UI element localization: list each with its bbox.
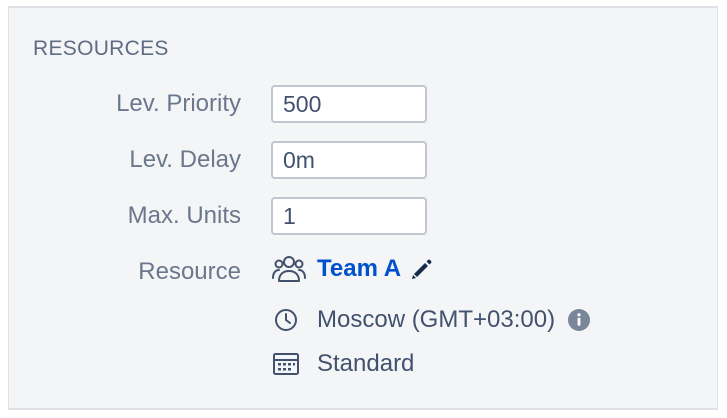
calendar-text: Standard	[317, 350, 415, 377]
resource-team-line: Team A	[271, 252, 433, 286]
lev-priority-label: Lev. Priority	[116, 90, 241, 117]
resource-calendar-line: Standard	[271, 347, 414, 381]
lev-priority-input[interactable]	[271, 85, 427, 123]
team-name-link[interactable]: Team A	[317, 255, 401, 283]
max-units-input[interactable]	[271, 197, 427, 235]
timezone-text: Moscow (GMT+03:00)	[317, 306, 556, 333]
max-units-label: Max. Units	[127, 202, 241, 229]
section-title: RESOURCES	[33, 37, 169, 60]
resources-panel: RESOURCES Lev. Priority Lev. Delay Max. …	[8, 6, 718, 410]
calendar-icon	[271, 347, 309, 381]
lev-delay-row: Lev. Delay	[9, 141, 709, 179]
max-units-row: Max. Units	[9, 197, 709, 235]
lev-delay-input[interactable]	[271, 141, 427, 179]
pencil-icon[interactable]	[411, 258, 433, 280]
resource-timezone-line: Moscow (GMT+03:00)	[271, 303, 591, 337]
resource-label: Resource	[138, 258, 241, 285]
clock-icon	[271, 303, 309, 337]
lev-delay-label: Lev. Delay	[129, 146, 241, 173]
info-icon[interactable]	[567, 308, 591, 332]
lev-priority-row: Lev. Priority	[9, 85, 709, 123]
team-icon	[271, 252, 309, 286]
